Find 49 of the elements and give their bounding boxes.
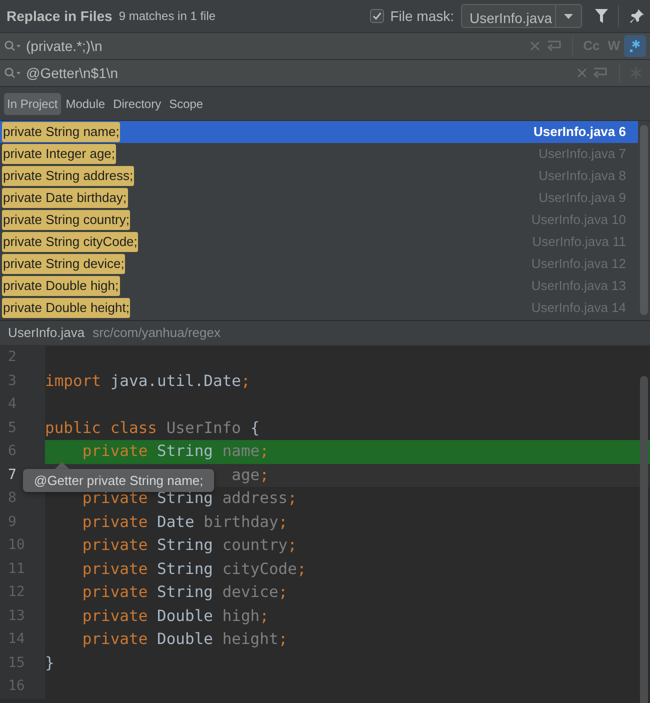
code-line: private String address;	[82, 489, 297, 507]
code-line: }	[45, 654, 54, 672]
clear-icon[interactable]	[530, 41, 540, 51]
match-text: private Double height;	[2, 298, 130, 318]
scope-tab[interactable]: In Project	[4, 92, 61, 114]
match-text: private String name;	[2, 122, 120, 142]
match-text: private Double high;	[2, 276, 120, 296]
code-line: private String device;	[82, 583, 288, 601]
code-line: age;	[232, 466, 269, 484]
caret-icon	[564, 14, 572, 18]
code-line: public class UserInfo {	[45, 418, 260, 436]
clear-icon[interactable]	[576, 68, 587, 78]
preview-file-path: src/com/yanhua/regex	[92, 324, 220, 342]
replace-field[interactable]: @Getter\n$1\n	[0, 60, 650, 87]
code-line: private String country;	[82, 536, 297, 554]
code-line: private String cityCode;	[82, 560, 306, 578]
search-icon[interactable]	[4, 67, 22, 79]
result-location: UserInfo.java 6	[534, 123, 626, 142]
code-line: private Double high;	[82, 606, 269, 624]
code-line: private Date birthday;	[82, 512, 288, 530]
dialog-title: Replace in Files	[6, 6, 112, 26]
pin-icon[interactable]	[630, 8, 644, 24]
match-count: 9 matches in 1 file	[118, 8, 216, 25]
preview-file-name: UserInfo.java	[8, 324, 85, 342]
match-text: private String address;	[2, 166, 134, 186]
scope-tab[interactable]: Module	[62, 92, 108, 114]
scrollbar[interactable]	[640, 125, 648, 315]
file-mask-label: File mask:	[390, 6, 454, 26]
code-line: private String name;	[82, 442, 269, 460]
newline-icon[interactable]	[593, 66, 610, 80]
match-text: private Date birthday;	[2, 188, 128, 208]
match-text: private String cityCode;	[2, 232, 138, 252]
regex-icon	[628, 39, 642, 53]
match-text: private String country;	[2, 210, 130, 230]
scrollbar[interactable]	[640, 376, 648, 703]
newline-icon[interactable]	[546, 40, 563, 52]
regex-toggle[interactable]	[624, 35, 646, 57]
scope-tab[interactable]: Scope	[166, 92, 206, 114]
code-line: import java.util.Date;	[45, 372, 250, 390]
replace-input[interactable]: @Getter\n$1\n	[22, 62, 574, 84]
match-text: private String device;	[2, 254, 126, 274]
result-row[interactable]: private String name; UserInfo.java 6	[0, 121, 638, 143]
search-icon[interactable]	[4, 40, 22, 52]
file-mask-dropdown[interactable]: UserInfo.java	[460, 4, 582, 28]
code-line: private Double height;	[82, 630, 288, 648]
scope-tab[interactable]: Directory	[110, 92, 164, 114]
file-mask-checkbox[interactable]	[370, 9, 384, 23]
filter-icon[interactable]	[594, 9, 608, 23]
match-text: private Integer age;	[2, 144, 116, 164]
